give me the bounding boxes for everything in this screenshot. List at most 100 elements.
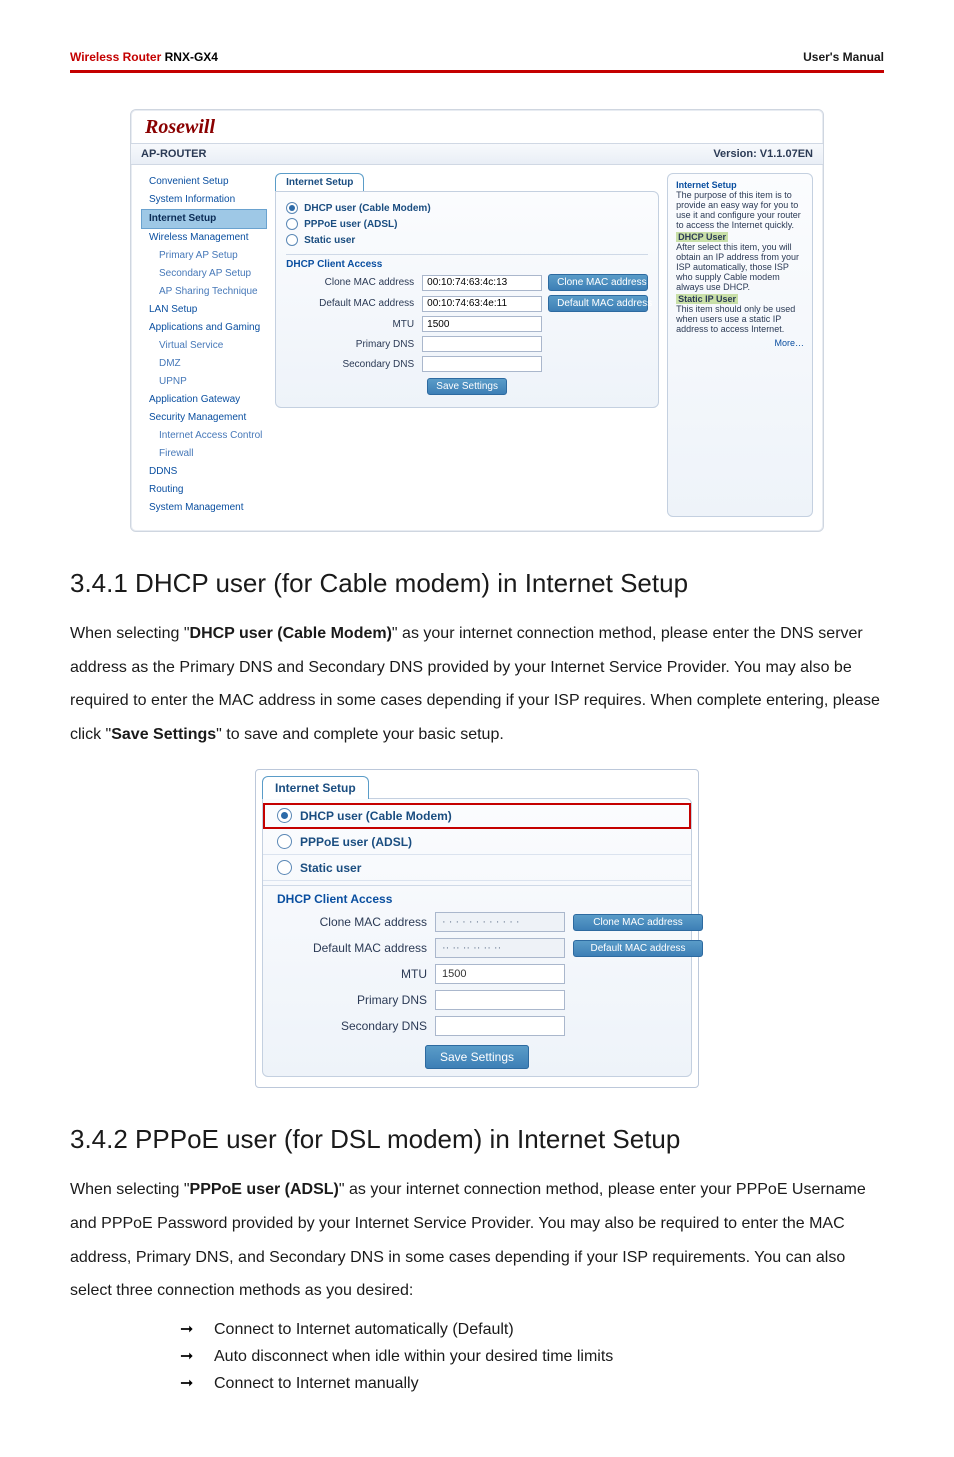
help-dhcp-text: After select this item, you will obtain … [676,242,804,292]
tab-internet-setup[interactable]: Internet Setup [275,173,364,191]
app-titlebar: AP-ROUTER Version: V1.1.07EN [131,143,823,165]
zoom-clone-mac-input[interactable] [435,912,565,932]
radio-pppoe[interactable]: PPPoE user (ADSL) [286,216,648,232]
bold-dhcp: DHCP user (Cable Modem) [190,625,392,642]
zoom-radio-static[interactable]: Static user [263,855,691,881]
main-panel: Internet Setup DHCP user (Cable Modem) P… [275,173,659,517]
heading-342: 3.4.2 PPPoE user (for DSL modem) in Inte… [70,1124,884,1155]
zoom-internet-setup-panel: Internet Setup DHCP user (Cable Modem) P… [255,769,699,1088]
list-item: Connect to Internet manually [180,1370,884,1397]
sidebar-item-wireless[interactable]: Wireless Management [141,229,267,247]
sidebar-item-virtual-service[interactable]: Virtual Service [141,337,267,355]
secondary-dns-label: Secondary DNS [286,359,416,370]
radio-icon [277,834,292,849]
radio-label: PPPoE user (ADSL) [304,219,397,230]
sidebar-item-ddns[interactable]: DDNS [141,463,267,481]
radio-icon [277,860,292,875]
model: RNX-GX4 [165,50,218,64]
radio-dhcp[interactable]: DHCP user (Cable Modem) [286,200,648,216]
sidebar-item-dmz[interactable]: DMZ [141,355,267,373]
radio-label: DHCP user (Cable Modem) [304,203,431,214]
default-mac-input[interactable] [422,296,542,312]
zoom-secondary-dns-input[interactable] [435,1016,565,1036]
bold-pppoe: PPPoE user (ADSL) [190,1181,339,1198]
secondary-dns-input[interactable] [422,356,542,372]
radio-label: PPPoE user (ADSL) [300,835,412,849]
radio-label: Static user [300,861,361,875]
sidebar-item-app-gateway[interactable]: Application Gateway [141,391,267,409]
doc-header-left: Wireless Router RNX-GX4 [70,50,218,64]
zoom-section-heading: DHCP Client Access [263,885,691,908]
list-item: Connect to Internet automatically (Defau… [180,1316,884,1343]
default-mac-button[interactable]: Default MAC address [548,295,648,312]
sidebar: Convenient Setup System Information Inte… [141,173,267,517]
primary-dns-input[interactable] [422,336,542,352]
clone-mac-input[interactable] [422,275,542,291]
dhcp-form: Clone MAC address Clone MAC address Defa… [286,274,648,372]
radio-label: Static user [304,235,355,246]
logo-text: Rosewill [145,116,215,138]
sidebar-item-system-info[interactable]: System Information [141,191,267,209]
zoom-default-mac-label: Default MAC address [277,941,427,955]
zoom-save-button[interactable]: Save Settings [425,1045,529,1069]
radio-icon [286,234,298,246]
zoom-clone-mac-button[interactable]: Clone MAC address [573,914,703,931]
mtu-input[interactable] [422,316,542,332]
zoom-primary-dns-input[interactable] [435,990,565,1010]
sidebar-item-lan-setup[interactable]: LAN Setup [141,301,267,319]
brand: Wireless Router [70,50,161,64]
para-341: When selecting "DHCP user (Cable Modem)"… [70,617,884,751]
primary-dns-label: Primary DNS [286,339,416,350]
zoom-default-mac-button[interactable]: Default MAC address [573,940,703,957]
bullet-list: Connect to Internet automatically (Defau… [70,1316,884,1398]
doc-header: Wireless Router RNX-GX4 User's Manual [70,50,884,73]
radio-static[interactable]: Static user [286,232,648,248]
bold-save: Save Settings [111,726,216,743]
sidebar-item-firewall[interactable]: Firewall [141,445,267,463]
sidebar-item-internet-setup[interactable]: Internet Setup [141,209,267,229]
zoom-mtu-input[interactable] [435,964,565,984]
app-title: AP-ROUTER [141,148,206,160]
list-item: Auto disconnect when idle within your de… [180,1343,884,1370]
zoom-form: Clone MAC address Clone MAC address Defa… [263,908,691,1040]
sidebar-item-primary-ap[interactable]: Primary AP Setup [141,247,267,265]
radio-icon [286,218,298,230]
sidebar-item-secondary-ap[interactable]: Secondary AP Setup [141,265,267,283]
sidebar-item-system-management[interactable]: System Management [141,499,267,517]
zoom-primary-dns-label: Primary DNS [277,993,427,1007]
app-logo: Rosewill [131,110,823,143]
default-mac-label: Default MAC address [286,298,416,309]
sidebar-item-ap-sharing[interactable]: AP Sharing Technique [141,283,267,301]
zoom-mtu-label: MTU [277,967,427,981]
sidebar-item-apps-gaming[interactable]: Applications and Gaming [141,319,267,337]
zoom-default-mac-input[interactable] [435,938,565,958]
help-title: Internet Setup [676,180,804,190]
dhcp-client-access-heading: DHCP Client Access [286,254,648,270]
zoom-clone-mac-label: Clone MAC address [277,915,427,929]
mtu-label: MTU [286,319,416,330]
sidebar-item-convenient-setup[interactable]: Convenient Setup [141,173,267,191]
zoom-radio-pppoe[interactable]: PPPoE user (ADSL) [263,829,691,855]
radio-icon [277,808,292,823]
radio-icon [286,202,298,214]
sidebar-item-security[interactable]: Security Management [141,409,267,427]
internet-setup-panel: DHCP user (Cable Modem) PPPoE user (ADSL… [275,191,659,408]
clone-mac-label: Clone MAC address [286,277,416,288]
save-settings-button[interactable]: Save Settings [427,378,507,395]
zoom-tab-internet-setup[interactable]: Internet Setup [262,776,369,799]
sidebar-item-internet-access-control[interactable]: Internet Access Control [141,427,267,445]
para-342: When selecting "PPPoE user (ADSL)" as yo… [70,1173,884,1307]
help-dhcp-heading: DHCP User [676,232,728,242]
sidebar-item-upnp[interactable]: UPNP [141,373,267,391]
heading-341: 3.4.1 DHCP user (for Cable modem) in Int… [70,568,884,599]
doc-header-right: User's Manual [803,50,884,64]
app-version: Version: V1.1.07EN [713,148,813,160]
help-panel: Internet Setup The purpose of this item … [667,173,813,517]
help-static-heading: Static IP User [676,294,738,304]
zoom-secondary-dns-label: Secondary DNS [277,1019,427,1033]
radio-label: DHCP user (Cable Modem) [300,809,452,823]
zoom-radio-dhcp[interactable]: DHCP user (Cable Modem) [263,803,691,829]
help-more-link[interactable]: More… [676,338,804,348]
clone-mac-button[interactable]: Clone MAC address [548,274,648,291]
sidebar-item-routing[interactable]: Routing [141,481,267,499]
